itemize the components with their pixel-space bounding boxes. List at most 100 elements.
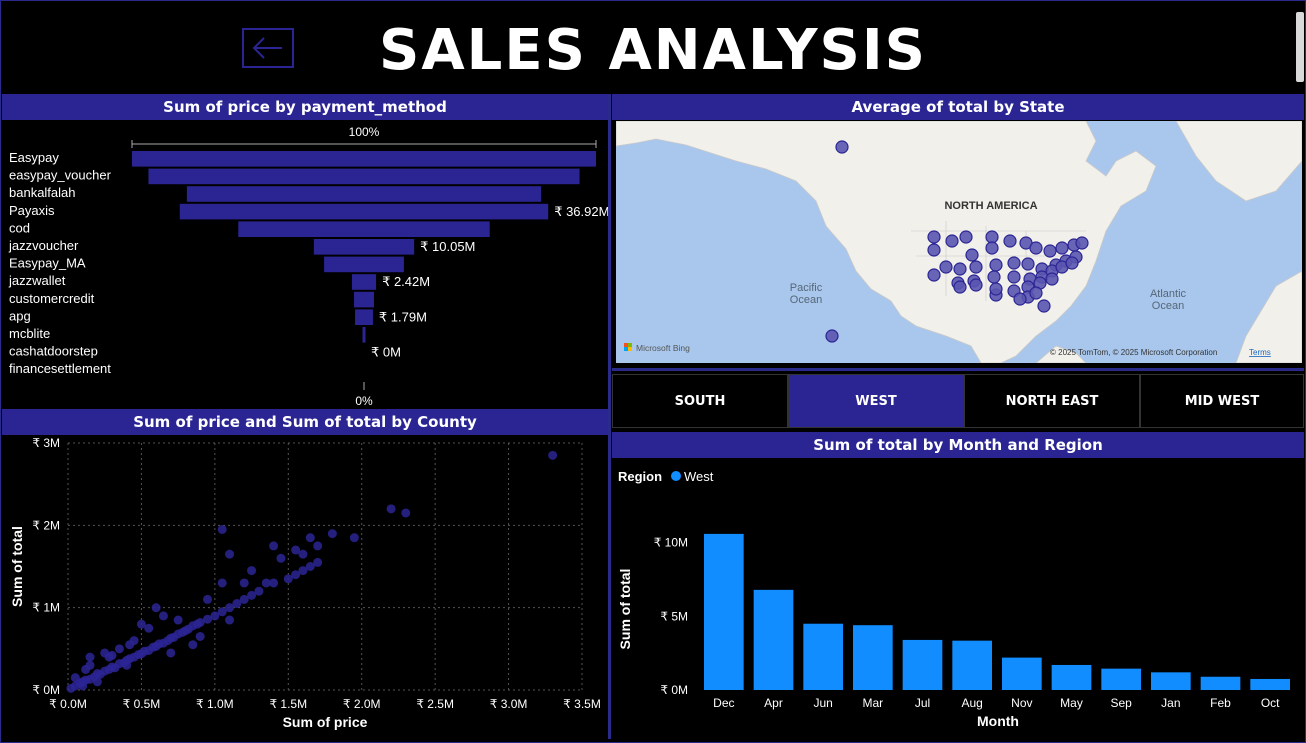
- slicer-item-west[interactable]: WEST: [788, 374, 964, 428]
- map-bubble[interactable]: [1021, 257, 1035, 271]
- funnel-bar[interactable]: [313, 239, 415, 255]
- scatter-point[interactable]: [173, 615, 183, 625]
- scatter-point[interactable]: [401, 508, 411, 518]
- bar-column[interactable]: [704, 533, 744, 690]
- scatter-point[interactable]: [548, 450, 558, 460]
- map-bubble[interactable]: [1007, 270, 1021, 284]
- map-bubble[interactable]: [985, 230, 999, 244]
- scatter-point[interactable]: [217, 524, 227, 534]
- map-bubble[interactable]: [987, 270, 1001, 284]
- scatter-point[interactable]: [225, 615, 235, 625]
- map-bubble[interactable]: [1037, 299, 1051, 313]
- map-bubble[interactable]: [1013, 292, 1027, 306]
- bar-column[interactable]: [1151, 672, 1191, 690]
- bar-column[interactable]: [1002, 657, 1042, 690]
- scatter-point[interactable]: [225, 549, 235, 559]
- scatter-point[interactable]: [313, 557, 323, 567]
- scatter-point[interactable]: [151, 603, 161, 613]
- scatter-point[interactable]: [70, 673, 80, 683]
- funnel-bar[interactable]: [179, 203, 549, 220]
- scatter-point[interactable]: [114, 644, 124, 654]
- funnel-bar[interactable]: [186, 186, 542, 202]
- scatter-point[interactable]: [158, 611, 168, 621]
- map-bubble[interactable]: [1055, 241, 1069, 255]
- scatter-point[interactable]: [298, 549, 308, 559]
- map-bubble[interactable]: [1045, 272, 1059, 286]
- map-bubble[interactable]: [959, 230, 973, 244]
- scatter-point[interactable]: [313, 541, 323, 551]
- scatter-point[interactable]: [247, 566, 257, 576]
- scatter-point[interactable]: [78, 681, 88, 691]
- scrollbar[interactable]: [1296, 12, 1304, 82]
- map-bubble[interactable]: [1003, 234, 1017, 248]
- funnel-bar[interactable]: [351, 274, 377, 290]
- bing-logo-icon-q2: [628, 343, 632, 347]
- scatter-point[interactable]: [195, 631, 205, 641]
- scatter-point[interactable]: [85, 652, 95, 662]
- map-bubble[interactable]: [1029, 286, 1043, 300]
- funnel-bar[interactable]: [324, 256, 404, 273]
- map-bubble[interactable]: [825, 329, 839, 343]
- funnel-bar[interactable]: [132, 151, 596, 167]
- funnel-bar[interactable]: [354, 291, 374, 308]
- scatter-point[interactable]: [239, 578, 249, 588]
- map-bubble[interactable]: [1007, 256, 1021, 270]
- map-bubble[interactable]: [835, 140, 849, 154]
- map-terms-link[interactable]: Terms: [1249, 348, 1271, 357]
- scatter-point[interactable]: [92, 677, 102, 687]
- bar-column[interactable]: [1200, 676, 1241, 690]
- scatter-point[interactable]: [349, 533, 359, 543]
- scatter-x-tick: ₹ 1.0M: [196, 697, 234, 711]
- bar-column[interactable]: [952, 640, 992, 690]
- slicer-item-mid-west[interactable]: MID WEST: [1140, 374, 1304, 428]
- bar-column[interactable]: [1051, 664, 1092, 690]
- scatter-point[interactable]: [166, 648, 176, 658]
- scatter-point[interactable]: [261, 578, 271, 588]
- scatter-point[interactable]: [203, 594, 213, 604]
- funnel-bar[interactable]: [355, 309, 373, 325]
- map-bubble[interactable]: [927, 243, 941, 257]
- map-bubble[interactable]: [945, 234, 959, 248]
- scatter-point[interactable]: [254, 586, 264, 596]
- scatter-point[interactable]: [188, 640, 198, 650]
- scatter-point[interactable]: [217, 578, 227, 588]
- map-bubble[interactable]: [969, 278, 983, 292]
- scatter-point[interactable]: [276, 553, 286, 563]
- bar-column[interactable]: [1101, 668, 1141, 690]
- map-bubble[interactable]: [989, 258, 1003, 272]
- scatter-point[interactable]: [327, 529, 337, 539]
- slicer-item-north-east[interactable]: NORTH EAST: [964, 374, 1140, 428]
- map-bubble[interactable]: [985, 241, 999, 255]
- map-bubble[interactable]: [939, 260, 953, 274]
- map-bubble[interactable]: [927, 268, 941, 282]
- bar-column[interactable]: [902, 639, 943, 690]
- funnel-bar[interactable]: [148, 168, 580, 185]
- map-bubble[interactable]: [953, 262, 967, 276]
- map-bubble[interactable]: [1075, 236, 1089, 250]
- map-view[interactable]: NORTH AMERICA Pacific Ocean Atlantic Ocean…: [616, 121, 1302, 363]
- scatter-point[interactable]: [386, 504, 396, 514]
- scatter-point[interactable]: [125, 640, 135, 650]
- bar-legend-item[interactable]: West: [684, 469, 714, 484]
- map-bubble[interactable]: [965, 248, 979, 262]
- scatter-point[interactable]: [81, 664, 91, 674]
- map-bubble[interactable]: [969, 260, 983, 274]
- map-bubble[interactable]: [1029, 241, 1043, 255]
- bar-column[interactable]: [753, 589, 794, 690]
- map-bubble[interactable]: [927, 230, 941, 244]
- scatter-point[interactable]: [104, 652, 114, 662]
- scatter-point[interactable]: [305, 533, 315, 543]
- bar-column[interactable]: [1250, 678, 1290, 690]
- scatter-point[interactable]: [122, 660, 132, 670]
- scatter-point[interactable]: [136, 619, 146, 629]
- bar-column[interactable]: [853, 625, 893, 690]
- map-bubble[interactable]: [1043, 244, 1057, 258]
- map-bubble[interactable]: [1065, 256, 1079, 270]
- funnel-bar[interactable]: [362, 327, 366, 343]
- slicer-item-south[interactable]: SOUTH: [612, 374, 788, 428]
- bar-column[interactable]: [803, 623, 843, 690]
- funnel-bar[interactable]: [238, 221, 490, 237]
- map-bubble[interactable]: [953, 280, 967, 294]
- scatter-point[interactable]: [269, 541, 279, 551]
- map-bubble[interactable]: [989, 282, 1003, 296]
